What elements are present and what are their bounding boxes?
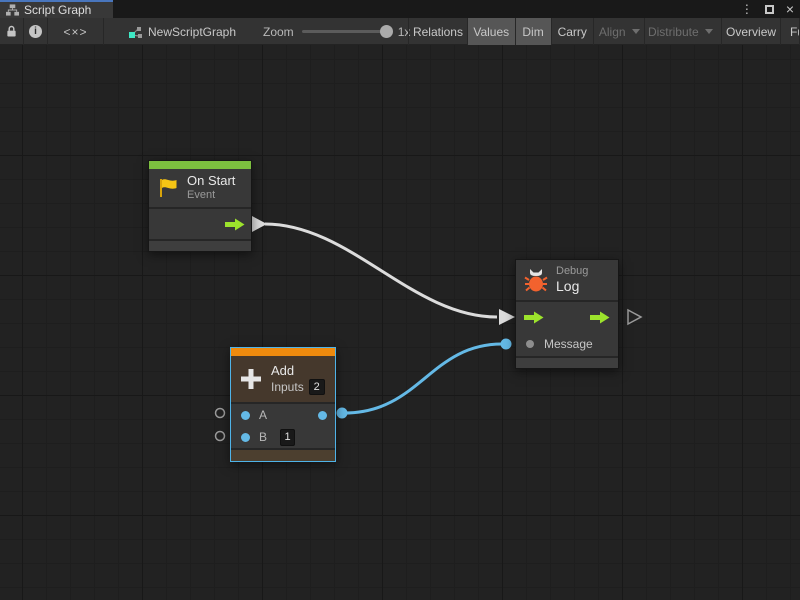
toolbar-button-group: Relations Values Dim Carry Align Distrib… (408, 18, 800, 45)
port-a-label: A (259, 408, 267, 422)
flow-wire-onstart-to-log[interactable] (265, 224, 497, 317)
node-title: On Start (187, 173, 235, 189)
bug-icon (524, 268, 548, 292)
message-port-label: Message (544, 337, 593, 351)
values-button[interactable]: Values (467, 18, 515, 45)
chevron-down-icon (632, 29, 640, 34)
graph-name[interactable]: NewScriptGraph (128, 18, 236, 45)
overview-button[interactable]: Overview (721, 18, 780, 45)
onstart-flow-output-port[interactable] (252, 216, 267, 232)
plus-icon (239, 367, 263, 391)
info-button[interactable]: i (24, 18, 48, 45)
fullscreen-button[interactable]: Full Screen (780, 18, 800, 45)
title-bar: Script Graph ⋮ × (0, 0, 800, 18)
script-graph-window: Script Graph ⋮ × i <×> (0, 0, 800, 600)
math-color-bar (231, 348, 335, 356)
lock-button[interactable] (0, 18, 24, 45)
port-b-icon[interactable] (241, 433, 250, 442)
node-add[interactable]: Add Inputs 2 A B 1 (230, 347, 336, 462)
add-a-input-port[interactable] (216, 409, 225, 418)
node-title: Add (271, 363, 325, 379)
zoom-slider-handle[interactable] (380, 25, 393, 38)
node-kicker: Debug (556, 265, 588, 278)
lock-icon (6, 25, 17, 38)
tab-script-graph[interactable]: Script Graph (0, 0, 113, 18)
info-icon: i (29, 25, 42, 38)
inputs-label: Inputs (271, 380, 304, 394)
tab-title: Script Graph (24, 3, 91, 17)
log-message-input-port[interactable] (501, 339, 512, 350)
inputs-count-field[interactable]: 2 (309, 379, 325, 395)
node-on-start[interactable]: On Start Event (148, 160, 252, 252)
add-b-input-port[interactable] (216, 432, 225, 441)
toolbar: i <×> NewScriptGraph Zoom 1x Relations V… (0, 18, 800, 45)
port-b-value-field[interactable]: 1 (280, 429, 295, 446)
flag-icon (157, 177, 179, 199)
distribute-label: Distribute (648, 25, 699, 39)
align-label: Align (599, 25, 626, 39)
log-flow-output-port[interactable] (628, 310, 641, 324)
event-color-bar (149, 161, 251, 169)
flow-arrow-icon[interactable] (225, 218, 245, 231)
flow-arrow-out-icon[interactable] (590, 311, 610, 324)
result-port-icon[interactable] (318, 411, 327, 420)
relations-button[interactable]: Relations (408, 18, 467, 45)
message-port-icon[interactable] (526, 340, 534, 348)
flow-arrow-in-icon[interactable] (524, 311, 544, 324)
log-flow-input-port[interactable] (499, 309, 515, 325)
node-footer (149, 241, 251, 251)
zoom-label: Zoom (263, 25, 294, 39)
graph-tab-icon (6, 4, 19, 16)
align-dropdown[interactable]: Align (593, 18, 644, 45)
window-menu-icon[interactable]: ⋮ (741, 3, 753, 15)
node-title: Log (556, 278, 588, 295)
chevron-down-icon (705, 29, 713, 34)
code-icon: <×> (63, 25, 87, 39)
distribute-dropdown[interactable]: Distribute (644, 18, 715, 45)
node-debug-log[interactable]: Debug Log Message (515, 259, 619, 369)
dim-button[interactable]: Dim (515, 18, 551, 45)
maximize-icon[interactable] (765, 5, 774, 14)
graph-name-label: NewScriptGraph (148, 25, 236, 39)
add-result-output-port[interactable] (337, 408, 348, 419)
node-footer (516, 358, 618, 368)
port-a-icon[interactable] (241, 411, 250, 420)
graph-canvas[interactable]: On Start Event De (0, 45, 800, 600)
wire-layer (0, 45, 800, 600)
close-icon[interactable]: × (786, 2, 794, 16)
carry-button[interactable]: Carry (551, 18, 593, 45)
zoom-control: Zoom 1x (263, 18, 410, 45)
script-graph-asset-icon (128, 25, 142, 39)
port-b-label: B (259, 430, 267, 444)
node-footer (231, 450, 335, 461)
edit-source-button[interactable]: <×> (48, 18, 104, 45)
node-subtitle: Event (187, 189, 235, 203)
zoom-slider[interactable] (302, 30, 390, 33)
value-wire-add-to-message[interactable] (344, 344, 502, 413)
